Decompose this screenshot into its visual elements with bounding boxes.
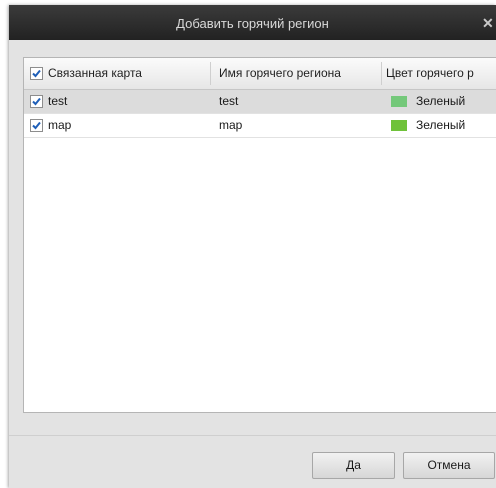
linked-map-cell: test — [48, 94, 68, 108]
check-icon — [32, 97, 41, 106]
check-icon — [32, 121, 41, 130]
row-checkbox[interactable] — [30, 119, 43, 132]
hot-region-name-cell: test — [219, 94, 239, 108]
column-header-hot-region-color[interactable]: Цвет горячего р — [386, 58, 496, 89]
hot-region-color-cell: Зеленый — [416, 118, 466, 132]
ok-button[interactable]: Да — [312, 452, 395, 479]
color-swatch — [391, 96, 407, 107]
color-swatch — [391, 120, 407, 131]
table-row[interactable]: map map Зеленый — [24, 114, 496, 138]
close-icon[interactable]: ✕ — [482, 15, 496, 31]
hot-region-table: Связанная карта Имя горячего региона Цве… — [23, 57, 496, 413]
hot-region-name-cell: map — [219, 118, 243, 132]
hot-region-color-cell: Зеленый — [416, 94, 466, 108]
table-header: Связанная карта Имя горячего региона Цве… — [24, 58, 496, 90]
dialog-title: Добавить горячий регион — [176, 16, 329, 31]
row-checkbox[interactable] — [30, 95, 43, 108]
table-row[interactable]: test test Зеленый — [24, 90, 496, 114]
title-bar[interactable]: Добавить горячий регион ✕ — [9, 5, 496, 40]
footer-divider — [9, 435, 496, 436]
column-separator[interactable] — [381, 62, 382, 85]
linked-map-cell: map — [48, 118, 72, 132]
column-separator[interactable] — [210, 62, 211, 85]
select-all-checkbox[interactable] — [30, 67, 43, 80]
column-header-hot-region-name[interactable]: Имя горячего региона — [219, 58, 379, 89]
add-hot-region-dialog: Добавить горячий регион ✕ Связанная карт… — [9, 5, 496, 488]
column-header-linked-map[interactable]: Связанная карта — [48, 58, 208, 89]
cancel-button[interactable]: Отмена — [403, 452, 495, 479]
check-icon — [32, 69, 41, 78]
